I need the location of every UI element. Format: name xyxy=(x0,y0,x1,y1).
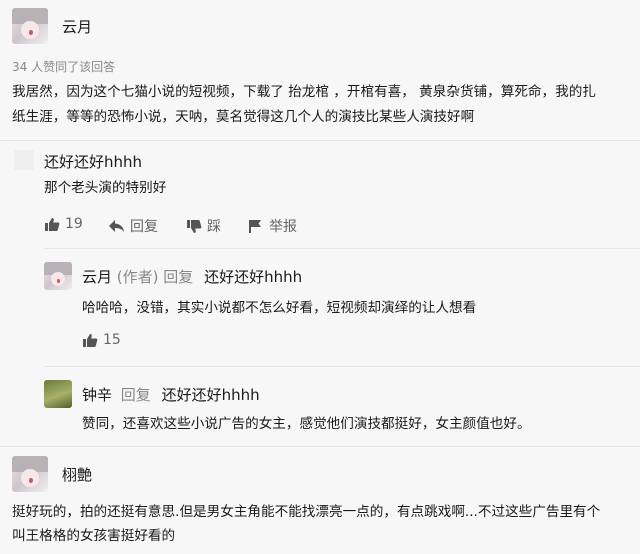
reply-button[interactable]: 回复 xyxy=(108,216,158,236)
comment-text-line-2: 叫王格格的女孩害挺好看的 xyxy=(12,528,176,544)
avatar[interactable] xyxy=(12,8,48,44)
reply-target[interactable]: 还好还好hhhh xyxy=(204,268,302,286)
reply-target[interactable]: 还好还好hhhh xyxy=(162,386,260,404)
upvote-count-text: 34 人赞同了该回答 xyxy=(12,60,116,74)
thumbs-down-icon xyxy=(187,219,202,233)
divider xyxy=(0,446,640,447)
avatar-placeholder[interactable] xyxy=(14,150,34,170)
reply-header: 云月 (作者) 回复 还好还好hhhh xyxy=(82,266,302,287)
thumbs-up-icon xyxy=(45,217,60,231)
reply-author[interactable]: 钟辛 xyxy=(82,386,112,404)
avatar[interactable] xyxy=(44,380,72,408)
like-button[interactable]: 15 xyxy=(82,332,121,348)
reply-text: 赞同，还喜欢这些小说广告的女主，感觉他们演技都挺好，女主颜值也好。 xyxy=(82,416,531,432)
divider xyxy=(44,366,640,367)
thumbs-up-icon xyxy=(83,333,98,347)
reply-word: 回复 xyxy=(163,268,194,286)
avatar[interactable] xyxy=(44,262,72,290)
comment-text: 那个老头演的特别好 xyxy=(44,180,167,196)
like-count: 19 xyxy=(65,216,83,232)
comment-author[interactable]: 还好还好hhhh xyxy=(44,151,142,172)
comment-text-line-1: 挺好玩的，拍的还挺有意思.但是男女主角能不能找漂亮一点的，有点跳戏啊...不过这… xyxy=(12,504,601,520)
divider xyxy=(0,140,640,141)
dislike-button[interactable]: 踩 xyxy=(186,216,221,236)
like-button[interactable]: 19 xyxy=(44,216,83,232)
dislike-label: 踩 xyxy=(207,219,221,235)
avatar[interactable] xyxy=(12,456,48,492)
like-count: 15 xyxy=(103,332,121,348)
answer-content-line-1: 我居然，因为这个七猫小说的短视频，下载了 抬龙棺 ，开棺有喜， 黄泉杂货铺，算死… xyxy=(12,84,596,100)
reply-author[interactable]: 云月 xyxy=(82,268,112,286)
author-tag: (作者) xyxy=(116,268,159,286)
reply-word: 回复 xyxy=(120,386,151,404)
reply-label: 回复 xyxy=(130,219,158,235)
answer-author[interactable]: 云月 xyxy=(62,16,92,37)
answer-content-line-2: 纸生涯，等等的恐怖小说，天呐，莫名觉得这几个人的演技比某些人演技好啊 xyxy=(12,109,475,125)
divider xyxy=(44,248,640,249)
flag-icon xyxy=(249,219,261,233)
reply-arrow-icon xyxy=(109,220,124,232)
reply-text: 哈哈哈，没错，其实小说都不怎么好看，短视频却演绎的让人想看 xyxy=(82,300,477,316)
report-button[interactable]: 举报 xyxy=(248,216,297,236)
comment-author[interactable]: 栩艶 xyxy=(62,464,92,485)
reply-header: 钟辛 回复 还好还好hhhh xyxy=(82,384,260,405)
report-label: 举报 xyxy=(269,219,297,235)
